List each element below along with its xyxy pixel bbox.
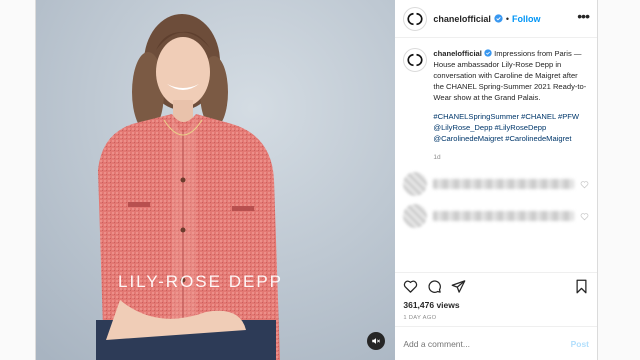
post-video[interactable]: LILY-ROSE DEPP [36, 0, 396, 360]
avatar[interactable] [403, 172, 428, 196]
avatar[interactable] [403, 204, 428, 228]
post-button[interactable]: Post [571, 339, 589, 349]
chanel-logo-icon [407, 12, 423, 25]
list-item [403, 204, 589, 228]
comment-icon[interactable] [427, 279, 442, 294]
username-link[interactable]: chanelofficial [433, 14, 491, 24]
verified-badge-icon [494, 14, 503, 23]
post-header: chanelofficial • Follow ••• [395, 0, 597, 38]
post-actions: 361,476 views 1 DAY AGO Post [395, 272, 597, 360]
comment-input[interactable] [403, 338, 571, 349]
heart-icon[interactable] [580, 212, 589, 221]
chanel-logo-icon [407, 53, 423, 67]
avatar[interactable] [403, 6, 428, 31]
post-date: 1 DAY AGO [403, 315, 437, 321]
heart-icon[interactable] [403, 279, 418, 294]
caption: chanelofficial Impressions from Paris — … [403, 48, 589, 163]
blurred-comment [433, 179, 574, 189]
post-sidebar: chanelofficial • Follow ••• chaneloffici… [395, 0, 597, 360]
bookmark-icon[interactable] [574, 279, 589, 294]
more-horizontal-icon[interactable]: ••• [577, 9, 590, 29]
list-item [403, 172, 589, 196]
separator-dot: • [505, 13, 510, 24]
caption-username[interactable]: chanelofficial [433, 49, 482, 58]
heart-icon[interactable] [580, 180, 589, 189]
speaker-muted-icon [372, 338, 381, 344]
video-frame-illustration [36, 0, 396, 360]
instagram-post: LILY-ROSE DEPP chanelofficial • Follow •… [35, 0, 598, 360]
video-name-overlay: LILY-ROSE DEPP [118, 272, 284, 291]
view-count[interactable]: 361,476 views [403, 300, 589, 310]
verified-badge-icon [484, 49, 492, 57]
caption-age: 1d [433, 154, 441, 161]
caption-hashtags[interactable]: #CHANELSpringSummer #CHANEL #PFW @LilyRo… [433, 111, 589, 144]
follow-button[interactable]: Follow [512, 14, 541, 24]
comments-area: chanelofficial Impressions from Paris — … [395, 38, 597, 272]
blurred-comment [433, 211, 574, 221]
comment-box: Post [395, 326, 597, 360]
paper-plane-icon[interactable] [451, 279, 466, 294]
avatar[interactable] [403, 48, 428, 72]
